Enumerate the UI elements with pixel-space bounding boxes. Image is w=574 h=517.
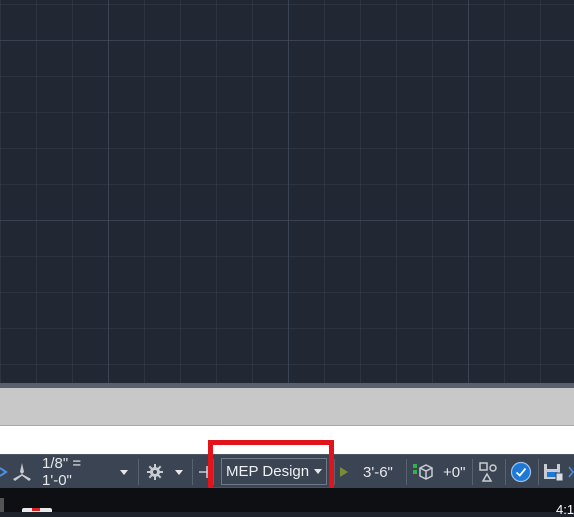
offset-label: +0"	[443, 463, 466, 481]
chevron-down-icon	[175, 469, 183, 475]
separator	[138, 459, 139, 485]
workspace-label: MEP Design	[226, 463, 310, 480]
taskbar: 4:1	[0, 488, 574, 517]
separator	[406, 459, 407, 485]
settings-dropdown[interactable]	[175, 455, 185, 489]
chevron-down-icon	[120, 469, 128, 475]
scale-value: 1/8" = 1'-0"	[42, 455, 82, 489]
elevation-label: 3'-6"	[363, 463, 393, 481]
workspace-dropdown[interactable]: MEP Design	[221, 458, 327, 485]
elevation-icon[interactable]	[338, 455, 352, 489]
separator	[472, 459, 473, 485]
chevron-down-icon	[314, 469, 322, 474]
separator	[192, 459, 193, 485]
separator	[505, 459, 506, 485]
app-icon[interactable]	[22, 508, 52, 512]
offset-value[interactable]: +0"	[443, 455, 469, 489]
separator	[538, 459, 539, 485]
shapes-icon[interactable]	[477, 455, 501, 489]
snap-icon[interactable]	[0, 455, 8, 489]
cube-icon[interactable]	[411, 455, 435, 489]
clock: 4:1	[556, 502, 574, 517]
annotation-scale-icon[interactable]	[10, 455, 34, 489]
save-monitor-icon[interactable]	[542, 455, 566, 489]
ortho-icon[interactable]	[198, 455, 210, 489]
annotation-scale-dropdown[interactable]: 1/8" = 1'-0"	[42, 455, 128, 489]
gear-icon[interactable]	[146, 455, 166, 489]
drawing-canvas[interactable]	[0, 0, 574, 383]
taskbar-edge	[0, 498, 4, 512]
scroll-overflow-icon	[568, 455, 574, 489]
command-area	[0, 388, 574, 426]
separator	[213, 459, 214, 485]
command-input-area[interactable]	[0, 426, 574, 454]
elevation-value[interactable]: 3'-6"	[363, 455, 403, 489]
separator	[334, 459, 335, 485]
check-circle-icon[interactable]	[510, 455, 534, 489]
